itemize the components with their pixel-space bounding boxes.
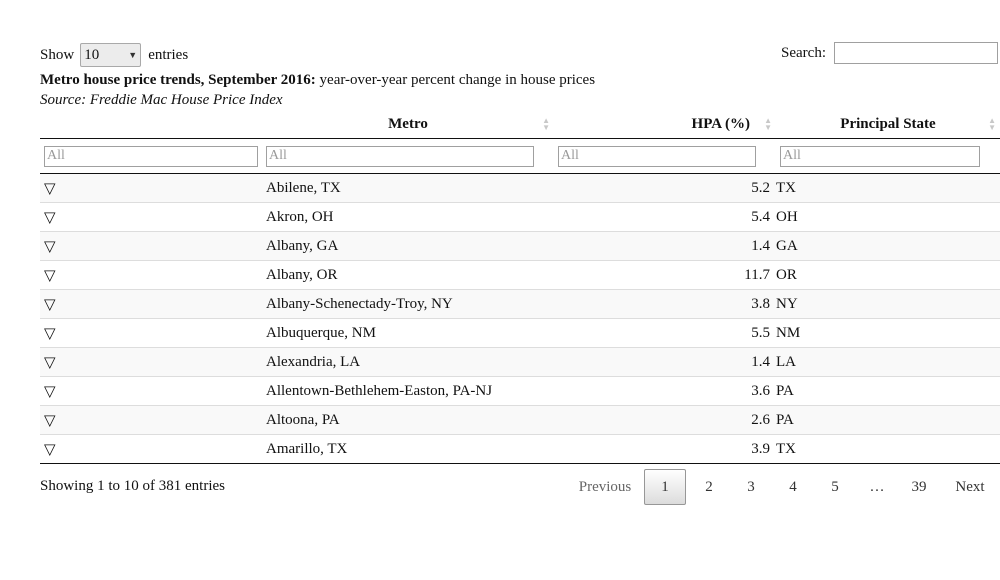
filter-cell <box>262 138 554 174</box>
table-row: ▽ Amarillo, TX 3.9 TX <box>40 434 1000 464</box>
state-cell: NM <box>776 318 1000 348</box>
data-table: Metro ▲ ▼ HPA (%) ▲ ▼ Principal State ▲ ▼ <box>40 111 1000 464</box>
pagination-ellipsis: … <box>869 478 885 495</box>
hpa-cell: 2.6 <box>554 405 776 435</box>
hpa-cell: 3.9 <box>554 434 776 464</box>
state-cell: PA <box>776 376 1000 406</box>
table-body: ▽ Abilene, TX 5.2 TX ▽ Akron, OH 5.4 OH … <box>40 173 1000 464</box>
search-input[interactable] <box>834 42 998 64</box>
state-cell: TX <box>776 434 1000 464</box>
table-row: ▽ Altoona, PA 2.6 PA <box>40 405 1000 435</box>
header-row: Metro ▲ ▼ HPA (%) ▲ ▼ Principal State ▲ ▼ <box>40 111 1000 139</box>
filter-cell <box>40 138 262 174</box>
page-button-2[interactable]: 2 <box>688 469 730 505</box>
table-row: ▽ Akron, OH 5.4 OH <box>40 202 1000 232</box>
page-length-value: 10 <box>84 46 100 63</box>
filter-input-detail[interactable] <box>44 145 258 167</box>
expand-triangle-icon[interactable]: ▽ <box>40 260 262 290</box>
header-state-label: Principal State <box>840 116 936 132</box>
table-row: ▽ Alexandria, LA 1.4 LA <box>40 347 1000 377</box>
hpa-cell: 3.6 <box>554 376 776 406</box>
expand-triangle-icon[interactable]: ▽ <box>40 434 262 464</box>
filter-cell <box>776 138 1000 174</box>
header-metro[interactable]: Metro ▲ ▼ <box>262 111 554 139</box>
metro-cell: Albany, OR <box>262 260 554 290</box>
filter-input-state[interactable] <box>780 145 980 167</box>
header-detail <box>40 111 262 139</box>
sort-icon: ▲ ▼ <box>542 116 550 132</box>
hpa-cell: 5.2 <box>554 173 776 203</box>
caption-subtitle: year-over-year percent change in house p… <box>315 72 596 88</box>
page-button-1[interactable]: 1 <box>644 469 686 505</box>
state-cell: PA <box>776 405 1000 435</box>
search-control: Search: <box>781 42 998 64</box>
page-button-5[interactable]: 5 <box>814 469 856 505</box>
expand-triangle-icon[interactable]: ▽ <box>40 376 262 406</box>
table-info: Showing 1 to 10 of 381 entries <box>40 478 225 494</box>
expand-triangle-icon[interactable]: ▽ <box>40 347 262 377</box>
hpa-cell: 11.7 <box>554 260 776 290</box>
metro-cell: Allentown-Bethlehem-Easton, PA-NJ <box>262 376 554 406</box>
next-button[interactable]: Next <box>940 469 1000 505</box>
previous-button[interactable]: Previous <box>568 469 642 505</box>
expand-triangle-icon[interactable]: ▽ <box>40 318 262 348</box>
hpa-cell: 3.8 <box>554 289 776 319</box>
show-label: Show <box>40 46 75 63</box>
table-caption: Metro house price trends, September 2016… <box>40 70 595 110</box>
state-cell: GA <box>776 231 1000 261</box>
page-length-select[interactable]: 10 ▼ <box>80 43 142 67</box>
expand-triangle-icon[interactable]: ▽ <box>40 289 262 319</box>
sort-icon: ▲ ▼ <box>988 116 996 132</box>
caption-source: Source: Freddie Mac House Price Index <box>40 92 283 108</box>
hpa-cell: 5.4 <box>554 202 776 232</box>
header-hpa-label: HPA (%) <box>691 116 750 132</box>
state-cell: OR <box>776 260 1000 290</box>
expand-triangle-icon[interactable]: ▽ <box>40 405 262 435</box>
metro-cell: Akron, OH <box>262 202 554 232</box>
header-state[interactable]: Principal State ▲ ▼ <box>776 111 1000 139</box>
metro-cell: Albany-Schenectady-Troy, NY <box>262 289 554 319</box>
header-metro-label: Metro <box>388 116 428 132</box>
metro-cell: Amarillo, TX <box>262 434 554 464</box>
filter-input-metro[interactable] <box>266 145 534 167</box>
page-button-4[interactable]: 4 <box>772 469 814 505</box>
search-label: Search: <box>781 44 826 61</box>
expand-triangle-icon[interactable]: ▽ <box>40 231 262 261</box>
hpa-cell: 1.4 <box>554 231 776 261</box>
metro-cell: Abilene, TX <box>262 173 554 203</box>
table-row: ▽ Albany-Schenectady-Troy, NY 3.8 NY <box>40 289 1000 319</box>
header-hpa[interactable]: HPA (%) ▲ ▼ <box>554 111 776 139</box>
filter-input-hpa[interactable] <box>558 145 756 167</box>
hpa-cell: 5.5 <box>554 318 776 348</box>
table-row: ▽ Albany, GA 1.4 GA <box>40 231 1000 261</box>
pagination: Previous 1 2 3 4 5 … 39 Next <box>568 468 1000 506</box>
page-button-3[interactable]: 3 <box>730 469 772 505</box>
state-cell: OH <box>776 202 1000 232</box>
page-button-39[interactable]: 39 <box>898 469 940 505</box>
state-cell: LA <box>776 347 1000 377</box>
table-row: ▽ Albuquerque, NM 5.5 NM <box>40 318 1000 348</box>
table-row: ▽ Allentown-Bethlehem-Easton, PA-NJ 3.6 … <box>40 376 1000 406</box>
filter-cell <box>554 138 776 174</box>
table-row: ▽ Abilene, TX 5.2 TX <box>40 173 1000 203</box>
table-row: ▽ Albany, OR 11.7 OR <box>40 260 1000 290</box>
metro-cell: Albany, GA <box>262 231 554 261</box>
state-cell: NY <box>776 289 1000 319</box>
metro-cell: Alexandria, LA <box>262 347 554 377</box>
expand-triangle-icon[interactable]: ▽ <box>40 173 262 203</box>
caption-title: Metro house price trends, September 2016… <box>40 72 316 88</box>
entries-label: entries <box>148 46 189 63</box>
hpa-cell: 1.4 <box>554 347 776 377</box>
filter-row <box>40 138 1000 174</box>
metro-cell: Altoona, PA <box>262 405 554 435</box>
page-length-control: Show 10 ▼ entries <box>40 42 188 68</box>
sort-icon: ▲ ▼ <box>764 116 772 132</box>
metro-cell: Albuquerque, NM <box>262 318 554 348</box>
expand-triangle-icon[interactable]: ▽ <box>40 202 262 232</box>
state-cell: TX <box>776 173 1000 203</box>
chevron-down-icon: ▼ <box>128 50 138 60</box>
